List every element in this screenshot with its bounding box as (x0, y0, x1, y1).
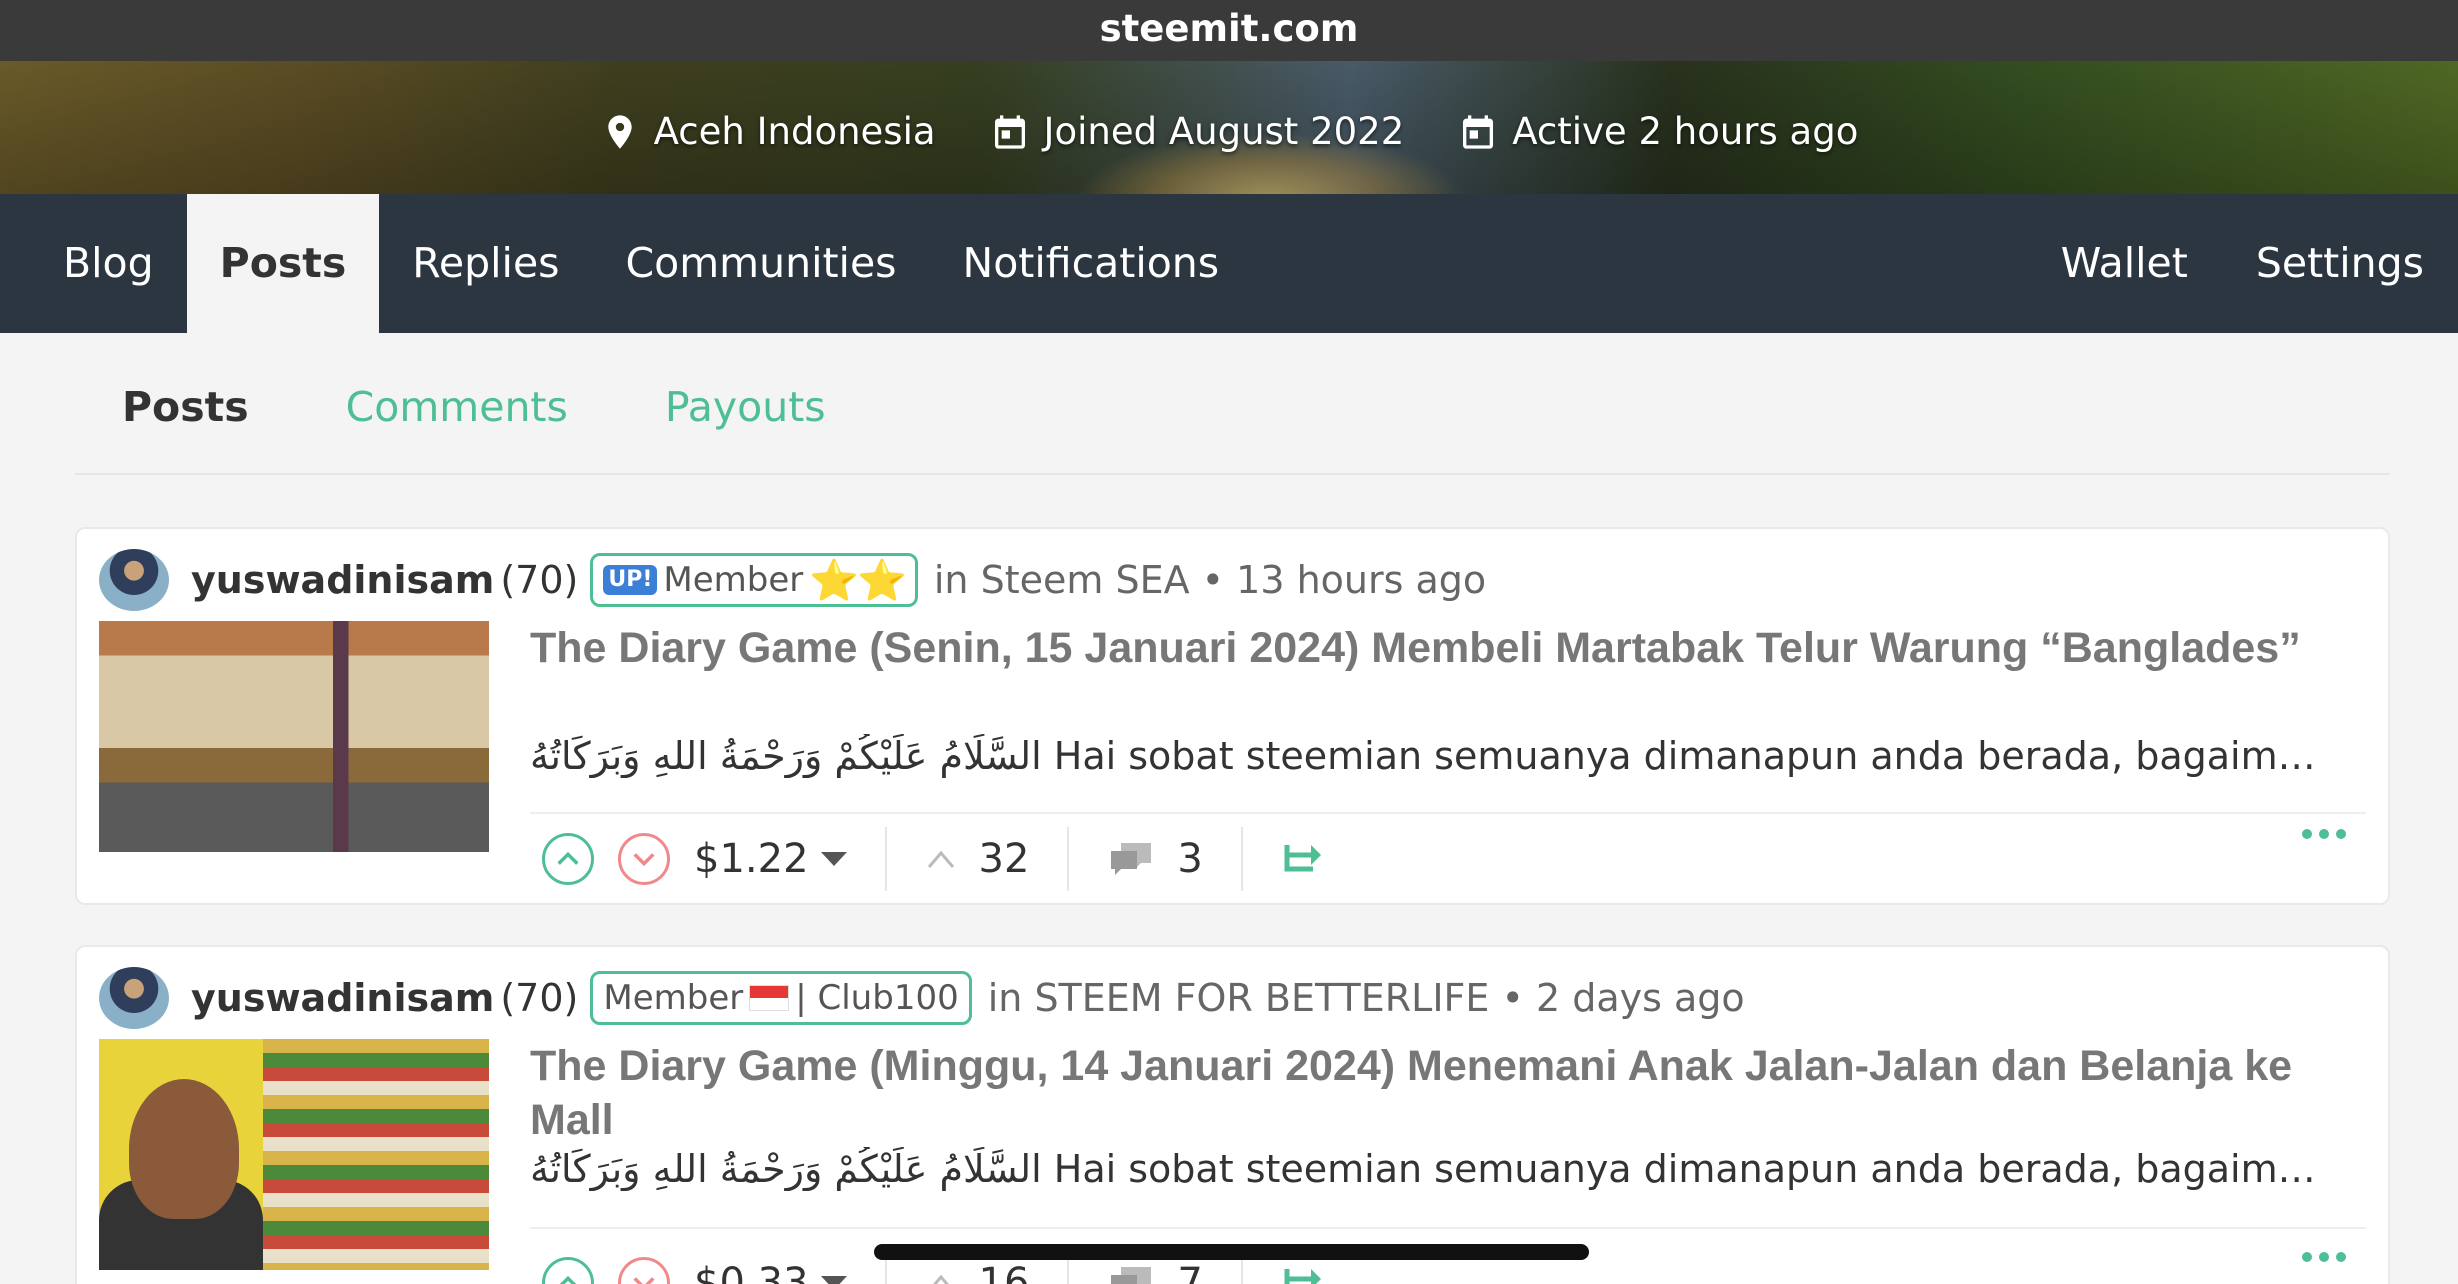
avatar[interactable] (99, 549, 169, 611)
browser-url-bar[interactable]: steemit.com (0, 0, 2458, 61)
calendar-icon (994, 114, 1025, 149)
action-separator (1240, 827, 1243, 891)
chevron-up-icon (559, 1275, 577, 1284)
downvote-button[interactable] (618, 1257, 670, 1284)
post-excerpt[interactable]: السَّلَامُ عَلَيْكُمْ وَرَحْمَةُ اللهِ و… (530, 1147, 2330, 1191)
payout-dropdown[interactable]: $1.22 (694, 836, 847, 882)
nav-tab-replies[interactable]: Replies (379, 194, 592, 333)
payout-dropdown[interactable]: $0.33 (694, 1260, 847, 1284)
post-excerpt[interactable]: السَّلَامُ عَلَيْكُمْ وَرَحْمَةُ اللهِ و… (530, 734, 2330, 778)
post-actions: $1.22 32 3 (542, 819, 1325, 899)
vote-count-value: 16 (978, 1260, 1030, 1284)
nav-tab-communities[interactable]: Communities (593, 194, 930, 333)
profile-active: Active 2 hours ago (1458, 110, 1858, 153)
calendar-icon (1463, 114, 1494, 149)
profile-navbar: Blog Posts Replies Communities Notificat… (0, 194, 2458, 333)
comments-icon (1111, 1267, 1152, 1284)
caret-down-icon (820, 852, 847, 866)
post-header: yuswadinisam (70) Member | Club100 in ST… (99, 965, 1745, 1031)
resteem-icon (1284, 1269, 1321, 1284)
upvote-button[interactable] (542, 1257, 594, 1284)
post-card: yuswadinisam (70) UP! Member ⭐⭐ in Steem… (75, 527, 2390, 905)
author-reputation: (70) (500, 976, 579, 1020)
profile-meta: Aceh Indonesia Joined August 2022 Active… (0, 61, 2458, 194)
profile-location: Aceh Indonesia (600, 110, 936, 153)
home-indicator[interactable] (874, 1244, 1589, 1260)
payout-value: $0.33 (694, 1260, 809, 1284)
chevron-up-icon (557, 851, 579, 865)
action-separator (1067, 827, 1070, 891)
post-community-time[interactable]: in Steem SEA • 13 hours ago (934, 558, 1486, 602)
post-card: yuswadinisam (70) Member | Club100 in ST… (75, 945, 2390, 1284)
subtab-comments[interactable]: Comments (346, 383, 568, 431)
resteem-button[interactable] (1281, 1259, 1325, 1284)
member-badge: UP! Member ⭐⭐ (590, 553, 918, 607)
indonesia-flag-icon (749, 985, 790, 1011)
upvote-button[interactable] (542, 833, 594, 885)
post-author[interactable]: yuswadinisam (191, 976, 494, 1020)
caret-down-icon (820, 1276, 847, 1284)
downvote-button[interactable] (618, 833, 670, 885)
post-divider (530, 1227, 2366, 1229)
vote-count-value: 32 (978, 836, 1030, 882)
post-thumbnail[interactable] (99, 1039, 489, 1270)
badge-label: Member (663, 560, 804, 600)
resteem-button[interactable] (1281, 835, 1325, 883)
action-separator (884, 827, 887, 891)
star-icon: ⭐⭐ (809, 557, 907, 604)
badge-label: Member (603, 978, 744, 1018)
comment-count-value: 7 (1177, 1260, 1203, 1284)
comment-count[interactable]: 7 (1107, 1260, 1203, 1284)
comment-count[interactable]: 3 (1107, 836, 1203, 882)
posts-subtabs: Posts Comments Payouts (75, 340, 2390, 475)
author-reputation: (70) (500, 558, 579, 602)
comments-icon (1111, 843, 1152, 875)
location-pin-icon (607, 114, 632, 149)
member-badge: Member | Club100 (590, 971, 972, 1025)
nav-tab-notifications[interactable]: Notifications (930, 194, 1253, 333)
profile-joined: Joined August 2022 (990, 110, 1405, 153)
post-header: yuswadinisam (70) UP! Member ⭐⭐ in Steem… (99, 547, 1486, 613)
subtab-payouts[interactable]: Payouts (665, 383, 826, 431)
profile-banner: Aceh Indonesia Joined August 2022 Active… (0, 61, 2458, 194)
nav-tab-wallet[interactable]: Wallet (2027, 194, 2222, 333)
joined-text: Joined August 2022 (1043, 110, 1405, 153)
chevron-down-icon (633, 853, 655, 867)
badge-club: | Club100 (795, 978, 959, 1018)
post-title[interactable]: The Diary Game (Minggu, 14 Januari 2024)… (530, 1039, 2330, 1147)
up-badge-icon: UP! (603, 565, 658, 595)
more-options-icon[interactable] (2302, 829, 2346, 839)
post-title[interactable]: The Diary Game (Senin, 15 Januari 2024) … (530, 621, 2330, 675)
payout-value: $1.22 (694, 836, 809, 882)
subtab-posts[interactable]: Posts (122, 383, 249, 431)
vote-count[interactable]: 32 (925, 836, 1030, 882)
avatar[interactable] (99, 967, 169, 1029)
post-thumbnail[interactable] (99, 621, 489, 852)
post-author[interactable]: yuswadinisam (191, 558, 494, 602)
nav-tab-blog[interactable]: Blog (30, 194, 187, 333)
nav-tab-settings[interactable]: Settings (2222, 194, 2458, 333)
nav-tab-posts[interactable]: Posts (186, 194, 380, 333)
chevron-up-icon (932, 1274, 949, 1284)
thumbnail-face (129, 1079, 239, 1219)
post-community-time[interactable]: in STEEM FOR BETTERLIFE • 2 days ago (988, 976, 1745, 1020)
active-text: Active 2 hours ago (1512, 110, 1859, 153)
resteem-icon (1284, 845, 1321, 872)
vote-count[interactable]: 16 (925, 1260, 1030, 1284)
post-divider (530, 812, 2366, 814)
chevron-up-icon (927, 850, 954, 868)
comment-count-value: 3 (1177, 836, 1203, 882)
more-options-icon[interactable] (2302, 1252, 2346, 1262)
chevron-down-icon (633, 1277, 655, 1284)
location-text: Aceh Indonesia (653, 110, 936, 153)
